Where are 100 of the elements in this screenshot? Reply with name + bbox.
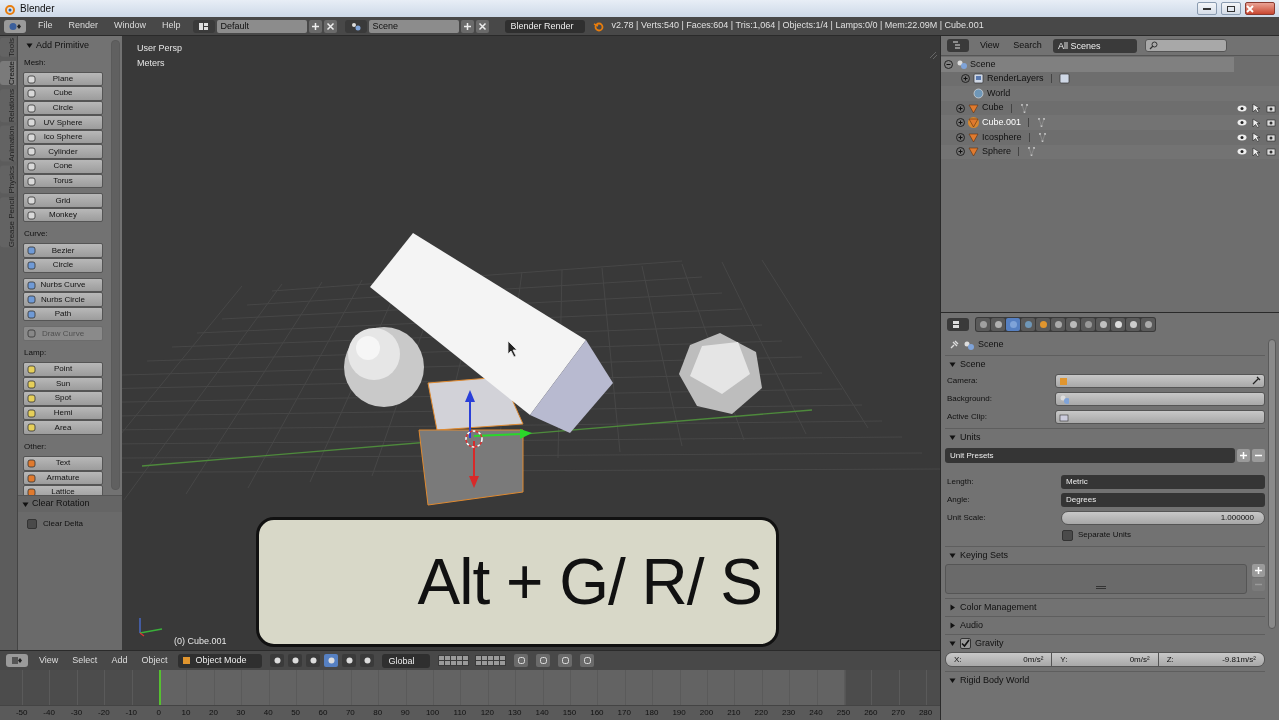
resize-grip[interactable] [1096, 586, 1106, 589]
tree-item[interactable]: Scene [970, 57, 996, 72]
display-mode-dropdown[interactable]: All Scenes [1052, 38, 1137, 53]
context-tab[interactable] [1126, 317, 1140, 331]
visibility-eye-icon[interactable] [1237, 104, 1247, 112]
expand-toggle[interactable] [956, 147, 965, 157]
mode-dropdown[interactable]: Object Mode [178, 653, 263, 668]
checkbox[interactable] [1062, 529, 1073, 541]
scale-button[interactable] [360, 654, 375, 667]
object-field[interactable] [1055, 409, 1265, 424]
primitive-button[interactable]: Point [23, 362, 103, 377]
pivot-button[interactable] [288, 654, 303, 667]
context-tab[interactable] [976, 317, 990, 331]
object-field[interactable] [1055, 373, 1265, 388]
expand-toggle[interactable] [961, 74, 970, 84]
remove-button[interactable] [1252, 449, 1265, 462]
render-engine-dropdown[interactable]: Blender Render [504, 19, 585, 33]
visibility-eye-icon[interactable] [1237, 148, 1247, 156]
restore-button[interactable] [1221, 2, 1241, 15]
menu-item[interactable]: File [34, 19, 57, 33]
panel-title[interactable]: Rigid Body World [960, 673, 1030, 688]
snap-button[interactable] [536, 654, 551, 667]
shading-button[interactable] [270, 654, 285, 667]
camera-icon[interactable] [1266, 118, 1276, 128]
tree-item[interactable]: RenderLayers [987, 72, 1044, 86]
orientation-dropdown[interactable]: Global [382, 653, 431, 668]
expanded-arrow-icon[interactable] [949, 361, 956, 368]
panel-title[interactable]: Scene [960, 357, 986, 372]
menu-item[interactable]: View [977, 38, 1003, 53]
editor-type-button[interactable] [947, 39, 969, 52]
primitive-button[interactable]: Cylinder [23, 144, 103, 160]
primitive-button[interactable]: Nurbs Curve [23, 277, 103, 293]
primitive-button[interactable]: Cube [23, 86, 103, 101]
primitive-button[interactable]: Area [23, 420, 103, 435]
menu-item[interactable]: Window [110, 19, 151, 33]
render-button[interactable] [514, 654, 529, 667]
tree-item[interactable]: Sphere [982, 145, 1012, 159]
checkbox[interactable] [960, 638, 971, 649]
preset-dropdown[interactable]: Unit Presets [945, 448, 1235, 463]
close-button[interactable] [1245, 2, 1275, 15]
context-tab[interactable] [1006, 317, 1020, 331]
camera-icon[interactable] [1266, 147, 1276, 157]
translate-button[interactable] [324, 654, 339, 667]
tree-item[interactable]: Cube.001 [982, 115, 1022, 130]
proportional-button[interactable] [558, 654, 573, 667]
tree-item[interactable]: Cube [982, 101, 1004, 115]
tree-item[interactable]: Icosphere [982, 130, 1022, 144]
primitive-button[interactable]: Grid [23, 193, 103, 208]
layer-buttons[interactable] [475, 655, 507, 666]
menu-item[interactable]: Help [158, 19, 185, 33]
expanded-arrow-icon[interactable] [949, 434, 956, 441]
visibility-eye-icon[interactable] [1237, 133, 1247, 141]
menu-item[interactable]: Select [69, 653, 101, 668]
add-button[interactable] [1237, 449, 1250, 462]
context-tab[interactable] [1096, 317, 1110, 331]
corner-handle-icon[interactable] [928, 50, 938, 60]
editor-type-button[interactable] [947, 317, 969, 331]
number-field[interactable]: 1.000000 [1061, 510, 1265, 525]
add-button[interactable] [460, 19, 474, 33]
expanded-arrow-icon[interactable] [949, 552, 956, 559]
panel-title[interactable]: Units [960, 430, 981, 445]
layer-buttons[interactable] [438, 655, 470, 666]
panel-title[interactable]: Gravity [975, 636, 1004, 651]
primitive-button[interactable]: Spot [23, 391, 103, 406]
panel-title[interactable]: Color Management [960, 600, 1037, 615]
primitive-button[interactable]: Cone [23, 159, 103, 174]
delete-button[interactable] [475, 19, 489, 33]
primitive-button[interactable]: Text [23, 455, 103, 471]
camera-icon[interactable] [1266, 103, 1276, 113]
selectable-arrow-icon[interactable] [1252, 132, 1261, 143]
panel-title[interactable]: Add Primitive [36, 39, 89, 53]
editor-type-button[interactable] [4, 19, 26, 33]
selectable-arrow-icon[interactable] [1252, 146, 1261, 157]
dropdown[interactable]: Degrees [1061, 492, 1265, 507]
collapsed-arrow-icon[interactable] [949, 604, 956, 611]
add-button[interactable] [308, 19, 322, 33]
expand-toggle[interactable] [956, 118, 965, 128]
menu-item[interactable]: Search [1010, 38, 1045, 53]
tree-item[interactable]: World [987, 86, 1011, 101]
scene-field[interactable]: Scene [368, 19, 459, 33]
minimize-button[interactable] [1197, 2, 1217, 15]
context-tab[interactable] [1066, 317, 1080, 331]
context-tab[interactable] [1021, 317, 1035, 331]
camera-icon[interactable] [1266, 132, 1276, 142]
scrollbar[interactable] [111, 40, 120, 490]
menu-item[interactable]: Object [138, 653, 171, 668]
layout-button[interactable] [192, 19, 215, 33]
expanded-arrow-icon[interactable] [949, 640, 956, 647]
context-tab[interactable] [1036, 317, 1050, 331]
delete-button[interactable] [323, 19, 337, 33]
rotate-button[interactable] [342, 654, 357, 667]
expanded-arrow-icon[interactable] [22, 500, 29, 508]
layout-field[interactable]: Default [216, 19, 307, 33]
primitive-button[interactable]: Bezier [23, 243, 103, 259]
object-field[interactable] [1055, 391, 1265, 406]
primitive-button[interactable]: Circle [23, 258, 103, 273]
context-tab[interactable] [991, 317, 1005, 331]
editor-type-button[interactable] [6, 654, 28, 667]
visibility-eye-icon[interactable] [1237, 119, 1247, 127]
context-tab[interactable] [1111, 317, 1125, 331]
